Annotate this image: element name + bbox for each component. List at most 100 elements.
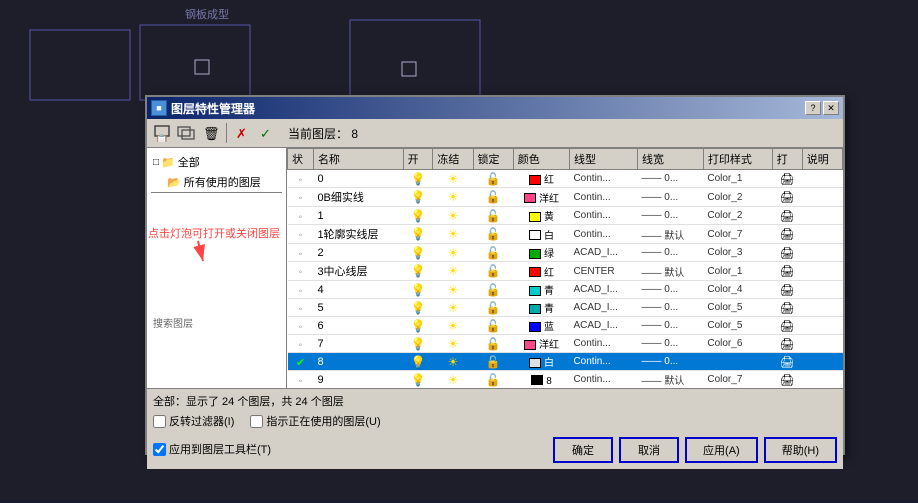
row-color[interactable]: 青 xyxy=(513,281,569,299)
invert-filter-input[interactable] xyxy=(153,415,166,428)
row-linetype[interactable]: ACAD_I... xyxy=(569,317,637,335)
table-row[interactable]: ◦2💡☀🔓 绿ACAD_I...—— 0...Color_3🖨 xyxy=(288,244,843,262)
row-plot[interactable]: 🖨 xyxy=(772,207,802,225)
row-freeze-toggle[interactable]: ☀ xyxy=(433,225,473,244)
row-print-style[interactable]: Color_6 xyxy=(703,335,772,353)
row-print-style[interactable]: Color_1 xyxy=(703,262,772,281)
row-freeze-toggle[interactable]: ☀ xyxy=(433,353,473,371)
show-active-input[interactable] xyxy=(250,415,263,428)
checkmark-btn[interactable]: ✗ xyxy=(232,122,254,144)
table-row[interactable]: ◦1💡☀🔓 黄Contin...—— 0...Color_2🖨 xyxy=(288,207,843,225)
row-print-style[interactable]: Color_2 xyxy=(703,207,772,225)
row-name[interactable]: 1 xyxy=(313,207,403,225)
row-name[interactable]: 5 xyxy=(313,299,403,317)
row-name[interactable]: 7 xyxy=(313,335,403,353)
row-print-style[interactable] xyxy=(703,353,772,371)
delete-layer-btn[interactable]: 🗑 xyxy=(199,122,221,144)
row-print-style[interactable]: Color_5 xyxy=(703,299,772,317)
row-on-toggle[interactable]: 💡 xyxy=(403,262,433,281)
row-name[interactable]: 8 xyxy=(313,353,403,371)
row-lock-toggle[interactable]: 🔓 xyxy=(473,299,513,317)
row-name[interactable]: 2 xyxy=(313,244,403,262)
row-print-style[interactable]: Color_4 xyxy=(703,281,772,299)
row-linetype[interactable]: Contin... xyxy=(569,188,637,207)
row-lock-toggle[interactable]: 🔓 xyxy=(473,317,513,335)
row-linewidth[interactable]: —— 0... xyxy=(638,353,704,371)
row-freeze-toggle[interactable]: ☀ xyxy=(433,188,473,207)
new-layer-btn[interactable]: 📋 xyxy=(151,122,173,144)
row-plot[interactable]: 🖨 xyxy=(772,299,802,317)
row-plot[interactable]: 🖨 xyxy=(772,371,802,389)
table-row[interactable]: ◦7💡☀🔓 洋红Contin...—— 0...Color_6🖨 xyxy=(288,335,843,353)
close-title-btn[interactable]: ✕ xyxy=(823,101,839,115)
row-linewidth[interactable]: —— 0... xyxy=(638,299,704,317)
row-name[interactable]: 3中心线层 xyxy=(313,262,403,281)
row-on-toggle[interactable]: 💡 xyxy=(403,371,433,389)
table-row[interactable]: ◦5💡☀🔓 青ACAD_I...—— 0...Color_5🖨 xyxy=(288,299,843,317)
row-linetype[interactable]: CENTER xyxy=(569,262,637,281)
row-color[interactable]: 黄 xyxy=(513,207,569,225)
row-on-toggle[interactable]: 💡 xyxy=(403,317,433,335)
row-color[interactable]: 红 xyxy=(513,262,569,281)
row-name[interactable]: 9 xyxy=(313,371,403,389)
row-name[interactable]: 0B细实线 xyxy=(313,188,403,207)
row-plot[interactable]: 🖨 xyxy=(772,244,802,262)
row-name[interactable]: 1轮廓实线层 xyxy=(313,225,403,244)
row-plot[interactable]: 🖨 xyxy=(772,281,802,299)
row-print-style[interactable]: Color_3 xyxy=(703,244,772,262)
row-freeze-toggle[interactable]: ☀ xyxy=(433,299,473,317)
row-lock-toggle[interactable]: 🔓 xyxy=(473,225,513,244)
row-linewidth[interactable]: —— 0... xyxy=(638,281,704,299)
row-linewidth[interactable]: —— 0... xyxy=(638,170,704,188)
row-lock-toggle[interactable]: 🔓 xyxy=(473,281,513,299)
show-active-checkbox[interactable]: 指示正在使用的图层(U) xyxy=(250,413,380,429)
row-linewidth[interactable]: —— 默认 xyxy=(638,225,704,244)
row-color[interactable]: 白 xyxy=(513,225,569,244)
row-lock-toggle[interactable]: 🔓 xyxy=(473,207,513,225)
row-print-style[interactable]: Color_7 xyxy=(703,225,772,244)
row-name[interactable]: 6 xyxy=(313,317,403,335)
row-on-toggle[interactable]: 💡 xyxy=(403,335,433,353)
row-linetype[interactable]: Contin... xyxy=(569,207,637,225)
row-name[interactable]: 0 xyxy=(313,170,403,188)
row-linewidth[interactable]: —— 0... xyxy=(638,188,704,207)
row-linewidth[interactable]: —— 默认 xyxy=(638,262,704,281)
row-freeze-toggle[interactable]: ☀ xyxy=(433,335,473,353)
row-linetype[interactable]: Contin... xyxy=(569,371,637,389)
row-plot[interactable]: 🖨 xyxy=(772,335,802,353)
row-print-style[interactable]: Color_2 xyxy=(703,188,772,207)
row-linetype[interactable]: Contin... xyxy=(569,225,637,244)
row-plot[interactable]: 🖨 xyxy=(772,317,802,335)
row-color[interactable]: 青 xyxy=(513,299,569,317)
table-row[interactable]: ◦0B细实线💡☀🔓 洋红Contin...—— 0...Color_2🖨 xyxy=(288,188,843,207)
row-on-toggle[interactable]: 💡 xyxy=(403,353,433,371)
row-freeze-toggle[interactable]: ☀ xyxy=(433,281,473,299)
row-color[interactable]: 白 xyxy=(513,353,569,371)
apply-button[interactable]: 应用(A) xyxy=(685,437,758,463)
row-plot[interactable]: 🖨 xyxy=(772,170,802,188)
apply-toolbar-input[interactable] xyxy=(153,443,166,456)
table-row[interactable]: ◦4💡☀🔓 青ACAD_I...—— 0...Color_4🖨 xyxy=(288,281,843,299)
row-lock-toggle[interactable]: 🔓 xyxy=(473,353,513,371)
invert-filter-checkbox[interactable]: 反转过滤器(I) xyxy=(153,413,234,429)
row-name[interactable]: 4 xyxy=(313,281,403,299)
confirm-btn[interactable]: ✓ xyxy=(256,122,278,144)
row-linewidth[interactable]: —— 默认 xyxy=(638,371,704,389)
row-on-toggle[interactable]: 💡 xyxy=(403,207,433,225)
row-linetype[interactable]: Contin... xyxy=(569,170,637,188)
help-button[interactable]: 帮助(H) xyxy=(764,437,837,463)
row-lock-toggle[interactable]: 🔓 xyxy=(473,170,513,188)
row-on-toggle[interactable]: 💡 xyxy=(403,170,433,188)
row-lock-toggle[interactable]: 🔓 xyxy=(473,188,513,207)
table-row[interactable]: ◦1轮廓实线层💡☀🔓 白Contin...—— 默认Color_7🖨 xyxy=(288,225,843,244)
row-color[interactable]: 洋红 xyxy=(513,188,569,207)
row-linetype[interactable]: Contin... xyxy=(569,353,637,371)
table-row[interactable]: ◦6💡☀🔓 蓝ACAD_I...—— 0...Color_5🖨 xyxy=(288,317,843,335)
row-linewidth[interactable]: —— 0... xyxy=(638,244,704,262)
tree-item-all[interactable]: □ 📁 全部 xyxy=(151,152,282,172)
row-color[interactable]: 红 xyxy=(513,170,569,188)
row-on-toggle[interactable]: 💡 xyxy=(403,244,433,262)
row-linewidth[interactable]: —— 0... xyxy=(638,317,704,335)
row-lock-toggle[interactable]: 🔓 xyxy=(473,262,513,281)
row-linetype[interactable]: ACAD_I... xyxy=(569,299,637,317)
